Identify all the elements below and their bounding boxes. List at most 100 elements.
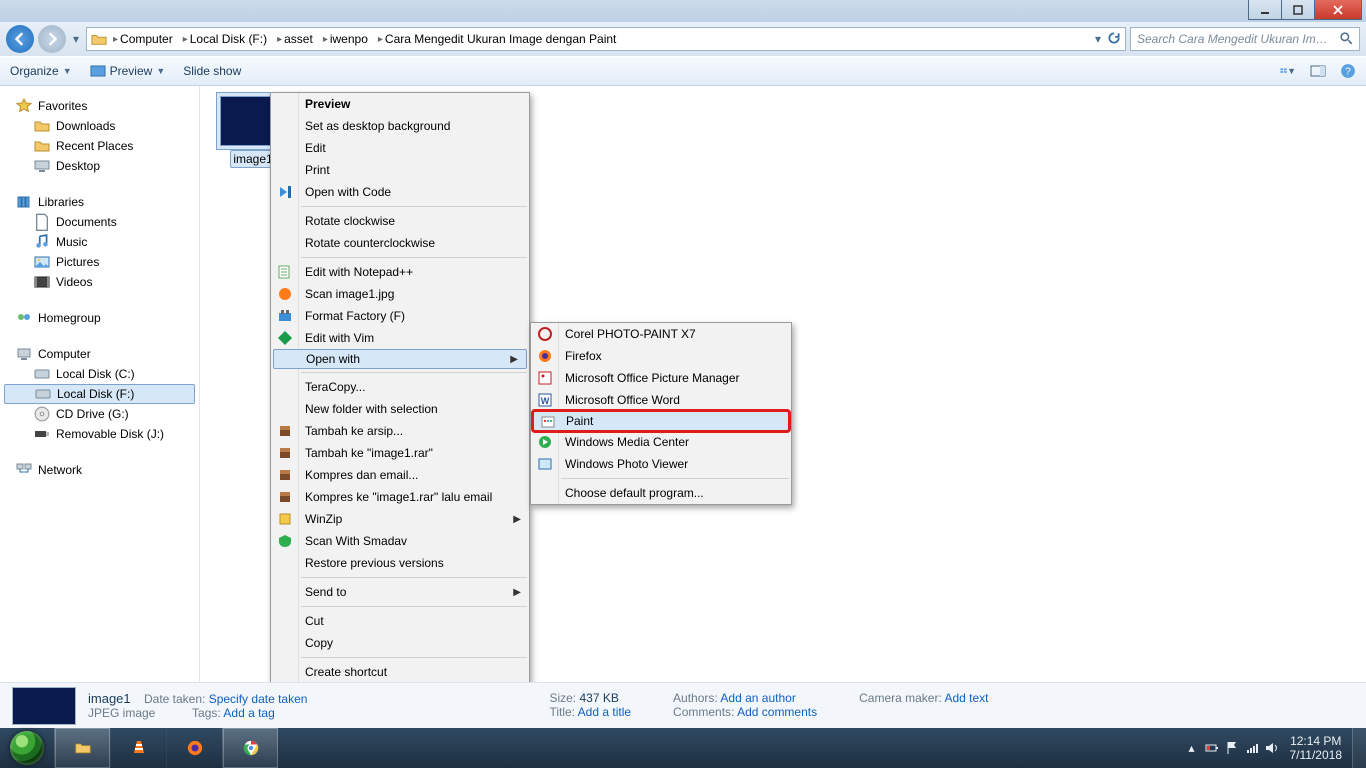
ctx-rotate-cw[interactable]: Rotate clockwise [271, 210, 529, 232]
breadcrumb-item[interactable]: ▸asset [273, 28, 317, 50]
ctx-copy[interactable]: Copy [271, 632, 529, 654]
tray-volume-icon[interactable] [1262, 741, 1282, 755]
address-bar[interactable]: ▸Computer ▸Local Disk (F:) ▸asset ▸iwenp… [86, 27, 1126, 51]
ctx-set-background[interactable]: Set as desktop background [271, 115, 529, 137]
taskbar-firefox[interactable] [166, 728, 222, 768]
ow-photo-viewer[interactable]: Windows Photo Viewer [531, 453, 791, 475]
sidebar-item-desktop[interactable]: Desktop [0, 156, 199, 176]
svg-text:W: W [541, 396, 550, 406]
ctx-winzip[interactable]: WinZip▶ [271, 508, 529, 530]
firefox-icon [537, 348, 553, 364]
sidebar-favorites-head[interactable]: Favorites [0, 96, 199, 116]
address-dropdown-icon[interactable]: ▾ [1095, 32, 1101, 46]
ow-firefox[interactable]: Firefox [531, 345, 791, 367]
ctx-print[interactable]: Print [271, 159, 529, 181]
ctx-scan-avast[interactable]: Scan image1.jpg [271, 283, 529, 305]
ctx-winrar-email-named[interactable]: Kompres ke "image1.rar" lalu email [271, 486, 529, 508]
ow-choose-default[interactable]: Choose default program... [531, 482, 791, 504]
show-desktop-button[interactable] [1352, 728, 1366, 768]
sidebar-item-music[interactable]: Music [0, 232, 199, 252]
taskbar-chrome[interactable] [222, 728, 278, 768]
breadcrumb-item[interactable]: ▸iwenpo [319, 28, 372, 50]
winrar-icon [277, 445, 293, 461]
taskbar-vlc[interactable] [110, 728, 166, 768]
sidebar-item-disk-c[interactable]: Local Disk (C:) [0, 364, 199, 384]
details-thumbnail [12, 687, 76, 725]
ctx-scan-smadav[interactable]: Scan With Smadav [271, 530, 529, 552]
ctx-edit-vim[interactable]: Edit with Vim [271, 327, 529, 349]
breadcrumb-item[interactable]: ▸Computer [109, 28, 177, 50]
details-title[interactable]: Add a title [578, 705, 631, 719]
folder-icon [34, 118, 50, 134]
details-comments[interactable]: Add comments [737, 705, 817, 719]
search-box[interactable]: Search Cara Mengedit Ukuran Image ... [1130, 27, 1360, 51]
submenu-arrow-icon: ▶ [510, 354, 518, 365]
ctx-format-factory[interactable]: Format Factory (F) [271, 305, 529, 327]
ctx-restore-previous[interactable]: Restore previous versions [271, 552, 529, 574]
computer-icon [16, 346, 32, 362]
formatfactory-icon [277, 308, 293, 324]
tray-show-hidden-icon[interactable]: ▴ [1182, 741, 1202, 755]
help-icon[interactable]: ? [1340, 63, 1356, 79]
sidebar-item-downloads[interactable]: Downloads [0, 116, 199, 136]
sidebar-computer-head[interactable]: Computer [0, 344, 199, 364]
sidebar-libraries-head[interactable]: Libraries [0, 192, 199, 212]
sidebar-item-removable[interactable]: Removable Disk (J:) [0, 424, 199, 444]
ctx-winrar-email[interactable]: Kompres dan email... [271, 464, 529, 486]
tray-clock[interactable]: 12:14 PM 7/11/2018 [1282, 734, 1353, 762]
forward-button[interactable] [38, 25, 66, 53]
details-datetaken[interactable]: Specify date taken [209, 692, 308, 706]
ctx-open-with-code[interactable]: Open with Code [271, 181, 529, 203]
tray-flag-icon[interactable] [1222, 741, 1242, 755]
sidebar-item-disk-f[interactable]: Local Disk (F:) [4, 384, 195, 404]
back-button[interactable] [6, 25, 34, 53]
ow-media-center[interactable]: Windows Media Center [531, 431, 791, 453]
sidebar-homegroup-head[interactable]: Homegroup [0, 308, 199, 328]
ctx-create-shortcut[interactable]: Create shortcut [271, 661, 529, 683]
sidebar-item-pictures[interactable]: Pictures [0, 252, 199, 272]
sidebar-item-recent[interactable]: Recent Places [0, 136, 199, 156]
ctx-newfolder-selection[interactable]: New folder with selection [271, 398, 529, 420]
ctx-rotate-ccw[interactable]: Rotate counterclockwise [271, 232, 529, 254]
ctx-send-to[interactable]: Send to▶ [271, 581, 529, 603]
details-authors[interactable]: Add an author [720, 691, 795, 705]
ctx-edit[interactable]: Edit [271, 137, 529, 159]
details-size: 437 KB [579, 691, 618, 705]
minimize-button[interactable] [1248, 0, 1282, 20]
ctx-edit-notepadpp[interactable]: Edit with Notepad++ [271, 261, 529, 283]
ctx-teracopy[interactable]: TeraCopy... [271, 376, 529, 398]
sidebar-network-head[interactable]: Network [0, 460, 199, 480]
refresh-icon[interactable] [1107, 31, 1121, 48]
ow-paint[interactable]: Paint [533, 411, 789, 431]
preview-pane-icon[interactable] [1310, 63, 1326, 79]
sidebar-item-documents[interactable]: Documents [0, 212, 199, 232]
sidebar-item-videos[interactable]: Videos [0, 272, 199, 292]
taskbar-explorer[interactable] [54, 728, 110, 768]
preview-button[interactable]: Preview ▼ [90, 63, 166, 79]
ow-word[interactable]: WMicrosoft Office Word [531, 389, 791, 411]
ctx-cut[interactable]: Cut [271, 610, 529, 632]
ctx-winrar-add-named[interactable]: Tambah ke "image1.rar" [271, 442, 529, 464]
breadcrumb-item[interactable]: ▸Local Disk (F:) [179, 28, 271, 50]
tray-battery-icon[interactable] [1202, 741, 1222, 755]
maximize-button[interactable] [1281, 0, 1315, 20]
breadcrumb-item[interactable]: ▸Cara Mengedit Ukuran Image dengan Paint [374, 28, 621, 50]
sidebar-item-cddrive[interactable]: CD Drive (G:) [0, 404, 199, 424]
details-camera[interactable]: Add text [944, 691, 988, 705]
ctx-preview[interactable]: Preview [271, 93, 529, 115]
close-button[interactable] [1314, 0, 1362, 20]
start-button[interactable] [0, 728, 54, 768]
details-tags[interactable]: Add a tag [223, 706, 274, 720]
ctx-winrar-add[interactable]: Tambah ke arsip... [271, 420, 529, 442]
tray-network-icon[interactable] [1242, 741, 1262, 755]
disk-icon [35, 386, 51, 402]
ow-corel[interactable]: Corel PHOTO-PAINT X7 [531, 323, 791, 345]
ow-office-picture-manager[interactable]: Microsoft Office Picture Manager [531, 367, 791, 389]
view-options-icon[interactable]: ▼ [1280, 63, 1296, 79]
chrome-icon [243, 740, 259, 756]
slideshow-button[interactable]: Slide show [183, 64, 241, 78]
folder-icon [91, 31, 107, 47]
ctx-open-with[interactable]: Open with▶ [273, 349, 527, 369]
organize-button[interactable]: Organize ▼ [10, 64, 72, 78]
nav-history-dropdown[interactable]: ▾ [70, 32, 82, 46]
